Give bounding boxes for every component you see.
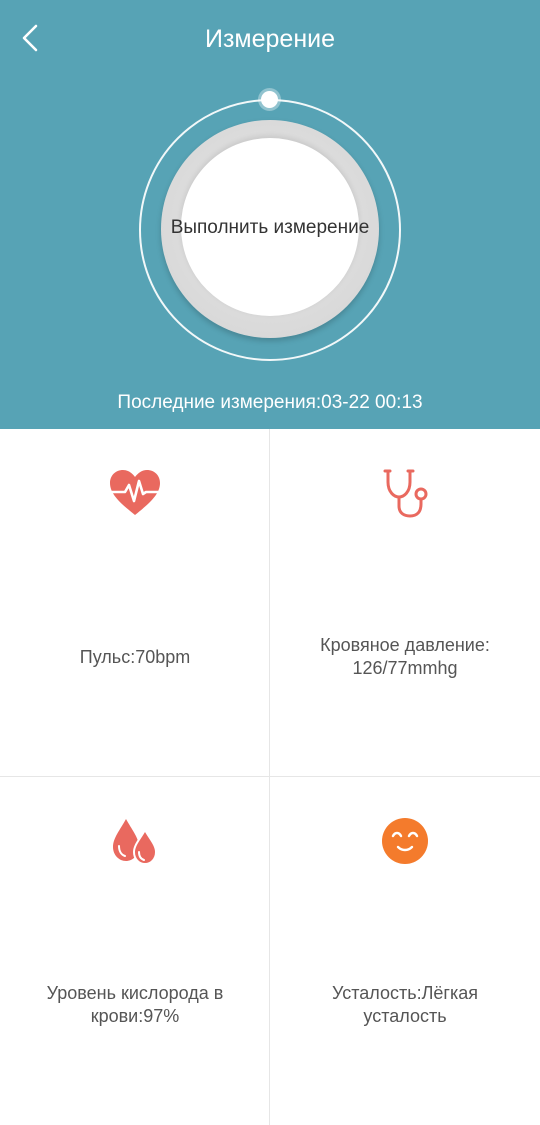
last-measurement-text: Последние измерения:03-22 00:13: [117, 392, 423, 413]
metric-card-pulse[interactable]: Пульс:70bpm: [0, 429, 270, 777]
metric-text-pulse: Пульс:70bpm: [20, 646, 250, 669]
metric-line: Уровень кислорода в: [46, 983, 224, 1003]
metric-line: Кровяное давление:: [320, 635, 490, 655]
metric-card-blood-pressure[interactable]: Кровяное давление: 126/77mmhg: [270, 429, 540, 777]
metric-line: крови:97%: [90, 1006, 180, 1026]
measure-button-label: Выполнить измерение: [170, 217, 370, 238]
blood-drops-icon: [113, 819, 158, 866]
metrics-grid: Пульс:70bpm Кровяное давление: 126/77mmh…: [0, 429, 540, 1125]
metric-card-oxygen[interactable]: Уровень кислорода в крови:97%: [0, 777, 270, 1125]
metric-text-oxygen: Уровень кислорода в крови:97%: [20, 982, 250, 1028]
page-title: Измерение: [204, 25, 335, 53]
measure-button[interactable]: Выполнить измерение: [161, 120, 379, 338]
metric-text-blood-pressure: Кровяное давление: 126/77mmhg: [290, 634, 520, 680]
progress-ring-dot: [261, 91, 278, 108]
header: Измерение Выполнить измерение Последние …: [0, 0, 540, 429]
metric-line: Пульс:70bpm: [79, 647, 191, 667]
metric-text-fatigue: Усталость:Лёгкая усталость: [290, 982, 520, 1028]
stethoscope-icon: [383, 469, 428, 518]
metric-line: 126/77mmhg: [352, 658, 458, 678]
metric-line: усталость: [363, 1006, 447, 1026]
heart-pulse-icon: [110, 470, 160, 515]
smiley-face-icon: [382, 818, 428, 864]
metric-line: Усталость:Лёгкая: [331, 983, 479, 1003]
metric-card-fatigue[interactable]: Усталость:Лёгкая усталость: [270, 777, 540, 1125]
